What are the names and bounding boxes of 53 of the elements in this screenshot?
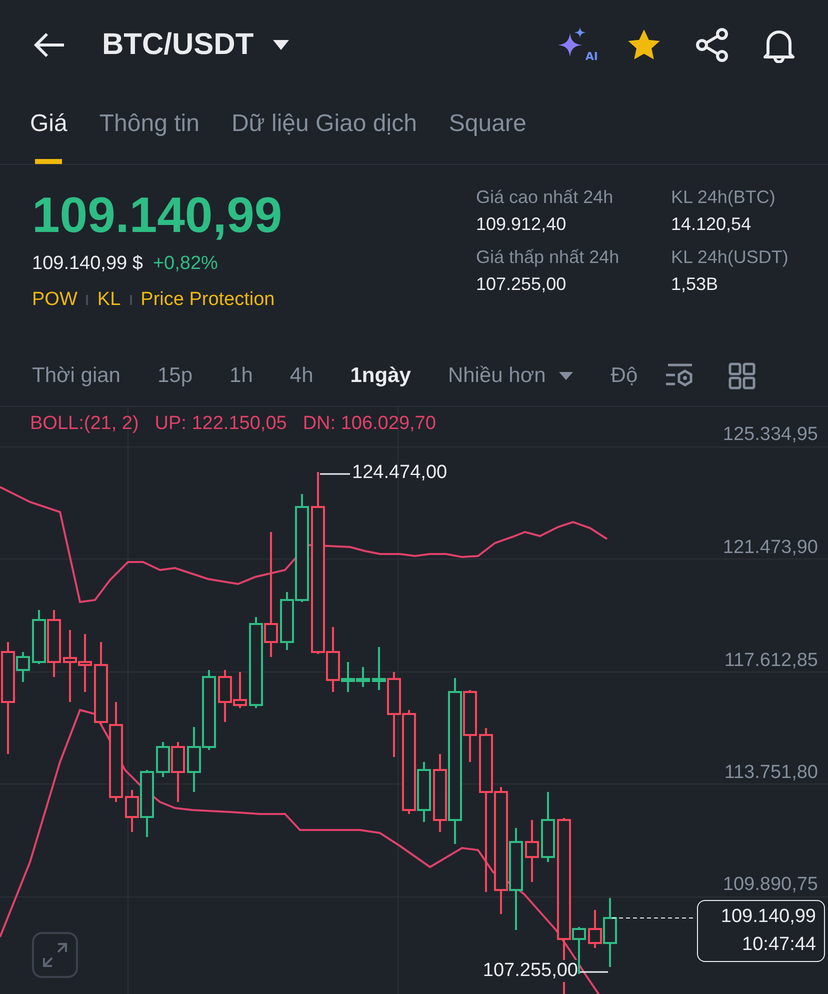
tag-label[interactable]: Price Protection: [140, 289, 275, 311]
leader-line: [320, 473, 350, 475]
last-price: 109.140,99: [32, 187, 284, 243]
stat-value: 14.120,54: [671, 214, 752, 235]
price-axis-label: 125.334,95: [722, 424, 818, 446]
expand-icon[interactable]: [32, 932, 78, 978]
star-icon[interactable]: [626, 28, 662, 62]
interval-tab[interactable]: 4h: [290, 364, 314, 388]
share-icon[interactable]: [694, 28, 730, 62]
tab[interactable]: Thông tin: [99, 90, 200, 164]
stat-label: Giá cao nhất 24h: [476, 187, 614, 208]
tab[interactable]: Square: [448, 90, 526, 164]
stat-label: Giá thấp nhất 24h: [476, 247, 620, 268]
price-axis-label: 109.890,75: [722, 874, 818, 896]
price-axis-label: 121.473,90: [722, 537, 818, 559]
bollinger-value: UP: 122.150,05: [154, 413, 287, 435]
tag-label[interactable]: KL: [97, 289, 121, 311]
depth-tab[interactable]: Độ: [610, 364, 638, 388]
candle: [63, 630, 77, 702]
candle: [32, 610, 46, 664]
stat-label: KL 24h(USDT): [671, 247, 790, 268]
current-price: 109.140,99: [720, 905, 816, 929]
change-percent: +0,82%: [152, 253, 218, 275]
price-axis-label: 113.751,80: [724, 762, 818, 784]
tab[interactable]: Giá: [30, 90, 68, 164]
grid-layout-icon[interactable]: [728, 362, 756, 390]
candle: [187, 727, 201, 792]
interval-tab[interactable]: 1ngày: [350, 364, 411, 388]
bollinger-value: BOLL:(21, 2): [30, 413, 139, 435]
interval-tab[interactable]: 1h: [230, 364, 253, 388]
tab[interactable]: Dữ liệu Giao dịch: [231, 90, 417, 164]
countdown-time: 10:47:44: [742, 933, 816, 957]
candle: [541, 792, 555, 862]
interval-tab[interactable]: 15p: [157, 364, 193, 388]
stat-value: 109.912,40: [476, 214, 568, 235]
candle: [78, 634, 92, 692]
usd-price: 109.140,99 $: [32, 253, 143, 275]
bollinger-value: DN: 106.029,70: [302, 413, 436, 435]
leader-line: [580, 971, 608, 973]
candle: [47, 610, 61, 677]
caret-icon[interactable]: [272, 39, 290, 51]
stat-value: 1,53B: [671, 274, 720, 295]
interval-tab[interactable]: Thời gian: [32, 364, 120, 388]
stat-value: 107.255,00: [476, 274, 568, 295]
candle: [525, 820, 539, 882]
back-arrow-icon[interactable]: [32, 31, 66, 59]
stat-label: KL 24h(BTC): [671, 187, 776, 208]
high-price-label: 124.474,00: [352, 462, 448, 484]
tag-label[interactable]: POW: [32, 289, 78, 311]
low-price-label: 107.255,00: [482, 960, 578, 982]
more-dropdown[interactable]: Nhiều hơn: [448, 364, 574, 388]
pair-title[interactable]: BTC/USDT: [102, 28, 254, 62]
price-axis-label: 117.612,85: [724, 650, 818, 672]
